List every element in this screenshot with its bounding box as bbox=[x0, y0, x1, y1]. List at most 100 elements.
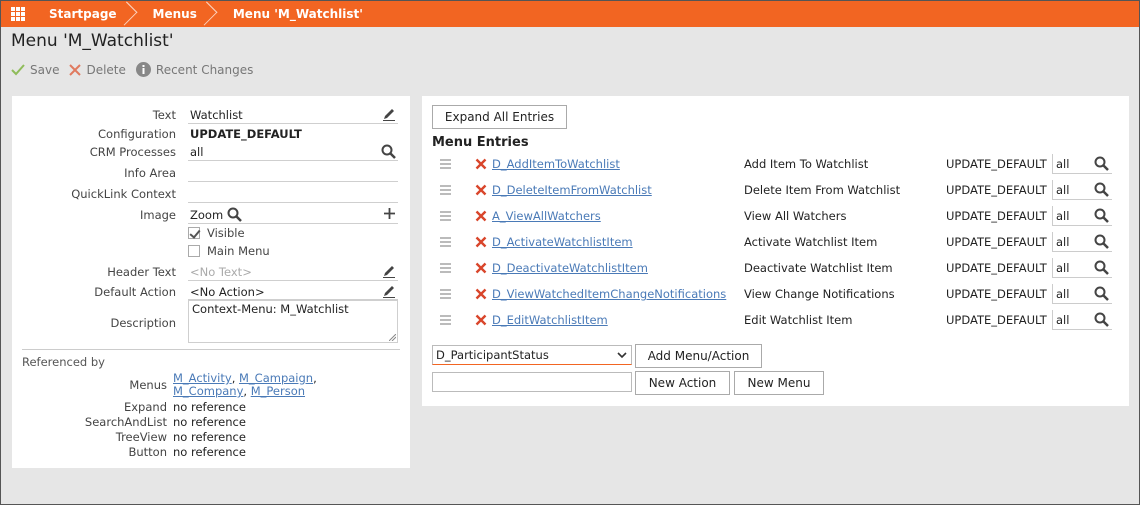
entry-description: View All Watchers bbox=[744, 209, 847, 223]
ref-treeview-row: TreeView no reference bbox=[12, 430, 410, 444]
text-field[interactable]: Watchlist bbox=[188, 106, 398, 124]
ref-menu-link[interactable]: M_Campaign bbox=[239, 371, 313, 385]
ref-menu-link[interactable]: M_Person bbox=[251, 384, 305, 398]
save-button[interactable]: Save bbox=[11, 63, 59, 77]
search-icon[interactable] bbox=[1094, 182, 1109, 197]
entry-process-value: all bbox=[1056, 157, 1070, 171]
divider bbox=[22, 349, 400, 350]
entry-configuration: UPDATE_DEFAULT bbox=[946, 261, 1047, 275]
ref-search-value: no reference bbox=[173, 415, 246, 429]
delete-entry-icon[interactable] bbox=[475, 288, 487, 300]
crm-processes-value: all bbox=[190, 144, 204, 159]
search-icon[interactable] bbox=[1094, 312, 1109, 327]
default-action-value: <No Action> bbox=[190, 284, 265, 299]
crm-processes-row: CRM Processes all bbox=[12, 143, 410, 161]
ref-expand-label: Expand bbox=[123, 400, 167, 414]
add-icon[interactable] bbox=[383, 207, 396, 220]
menu-entries-title: Menu Entries bbox=[432, 135, 529, 150]
header-text-field[interactable]: <No Text> bbox=[188, 263, 398, 281]
visible-checkbox[interactable]: Visible bbox=[188, 226, 245, 240]
entry-name-link[interactable]: D_ActivateWatchlistItem bbox=[492, 235, 633, 249]
new-action-button[interactable]: New Action bbox=[635, 371, 730, 395]
delete-entry-icon[interactable] bbox=[475, 210, 487, 222]
drag-handle-icon[interactable] bbox=[440, 159, 451, 171]
entry-name-link[interactable]: D_DeleteItemFromWatchlist bbox=[492, 183, 652, 197]
menu-entries-panel: Expand All Entries Menu Entries D_AddIte… bbox=[422, 96, 1129, 406]
close-icon bbox=[69, 63, 82, 76]
entry-name-link[interactable]: D_EditWatchlistItem bbox=[492, 313, 608, 327]
ref-menus-row: Menus M_Activity, M_Campaign, M_Company,… bbox=[12, 372, 410, 398]
search-icon[interactable] bbox=[1094, 208, 1109, 223]
new-entry-input[interactable] bbox=[432, 372, 632, 392]
image-field[interactable]: Zoom bbox=[188, 206, 398, 224]
configuration-label: Configuration bbox=[98, 127, 176, 141]
ref-treeview-value: no reference bbox=[173, 430, 246, 444]
entry-select[interactable]: D_ParticipantStatus bbox=[432, 345, 632, 365]
info-area-field[interactable] bbox=[188, 164, 398, 182]
expand-all-entries-button[interactable]: Expand All Entries bbox=[432, 105, 567, 129]
quicklink-context-label: QuickLink Context bbox=[71, 187, 176, 201]
delete-entry-icon[interactable] bbox=[475, 184, 487, 196]
search-icon[interactable] bbox=[381, 144, 396, 159]
description-value: Context-Menu: M_Watchlist bbox=[192, 302, 349, 316]
ref-search-label: SearchAndList bbox=[84, 415, 167, 429]
quicklink-context-field[interactable] bbox=[188, 185, 398, 203]
delete-entry-icon[interactable] bbox=[475, 262, 487, 274]
checkmark-icon bbox=[11, 63, 25, 75]
image-row: Image Zoom bbox=[12, 206, 410, 224]
crm-processes-field[interactable]: all bbox=[188, 143, 398, 161]
entry-name-link[interactable]: A_ViewAllWatchers bbox=[492, 209, 601, 223]
add-menu-action-button[interactable]: Add Menu/Action bbox=[635, 344, 762, 368]
entry-description: Edit Watchlist Item bbox=[744, 313, 853, 327]
search-icon[interactable] bbox=[1094, 260, 1109, 275]
crm-processes-label: CRM Processes bbox=[89, 145, 176, 159]
entry-description: Add Item To Watchlist bbox=[744, 157, 869, 171]
configuration-field: UPDATE_DEFAULT bbox=[188, 125, 398, 143]
delete-entry-icon[interactable] bbox=[475, 236, 487, 248]
image-label: Image bbox=[139, 208, 176, 222]
resize-grip-icon[interactable] bbox=[389, 334, 396, 341]
description-textarea[interactable]: Context-Menu: M_Watchlist bbox=[188, 299, 398, 343]
drag-handle-icon[interactable] bbox=[440, 211, 451, 223]
pencil-icon[interactable] bbox=[382, 284, 396, 298]
search-icon[interactable] bbox=[1094, 286, 1109, 301]
visible-label: Visible bbox=[207, 226, 245, 240]
entry-name-link[interactable]: D_ViewWatchedItemChangeNotifications bbox=[492, 287, 726, 301]
main-menu-check-icon[interactable] bbox=[188, 245, 200, 257]
delete-entry-icon[interactable] bbox=[475, 314, 487, 326]
ref-menu-link[interactable]: M_Activity bbox=[173, 371, 232, 385]
main-menu-checkbox[interactable]: Main Menu bbox=[188, 244, 270, 258]
recent-changes-button[interactable]: Recent Changes bbox=[135, 62, 253, 77]
entry-configuration: UPDATE_DEFAULT bbox=[946, 235, 1047, 249]
drag-handle-icon[interactable] bbox=[440, 263, 451, 275]
drag-handle-icon[interactable] bbox=[440, 237, 451, 249]
pencil-icon[interactable] bbox=[382, 264, 396, 278]
drag-handle-icon[interactable] bbox=[440, 289, 451, 301]
new-menu-button[interactable]: New Menu bbox=[734, 371, 824, 395]
quicklink-context-row: QuickLink Context bbox=[12, 185, 410, 203]
menu-entry-row: D_ViewWatchedItemChangeNotifications View… bbox=[422, 283, 1129, 309]
delete-entry-icon[interactable] bbox=[475, 158, 487, 170]
search-icon[interactable] bbox=[1094, 156, 1109, 171]
menu-entry-row: D_DeleteItemFromWatchlist Delete Item Fro… bbox=[422, 179, 1129, 205]
visible-check-icon[interactable] bbox=[188, 227, 200, 239]
entry-process-value: all bbox=[1056, 183, 1070, 197]
entry-configuration: UPDATE_DEFAULT bbox=[946, 209, 1047, 223]
entry-configuration: UPDATE_DEFAULT bbox=[946, 183, 1047, 197]
search-icon[interactable] bbox=[1094, 234, 1109, 249]
breadcrumb-current[interactable]: Menu 'M_Watchlist' bbox=[219, 1, 373, 27]
drag-handle-icon[interactable] bbox=[440, 315, 451, 327]
menu-entry-row: D_DeactivateWatchlistItem Deactivate Watc… bbox=[422, 257, 1129, 283]
drag-handle-icon[interactable] bbox=[440, 185, 451, 197]
ref-menu-link[interactable]: M_Company bbox=[173, 384, 243, 398]
configuration-value: UPDATE_DEFAULT bbox=[190, 127, 302, 141]
main-menu-label: Main Menu bbox=[207, 244, 270, 258]
entry-name-link[interactable]: D_DeactivateWatchlistItem bbox=[492, 261, 648, 275]
header-text-row: Header Text <No Text> bbox=[12, 263, 410, 281]
delete-button[interactable]: Delete bbox=[69, 63, 126, 77]
entry-process-value: all bbox=[1056, 235, 1070, 249]
apps-grid-icon[interactable] bbox=[11, 7, 25, 21]
pencil-icon[interactable] bbox=[382, 107, 396, 121]
ref-button-label: Button bbox=[128, 445, 167, 459]
entry-name-link[interactable]: D_AddItemToWatchlist bbox=[492, 157, 620, 171]
